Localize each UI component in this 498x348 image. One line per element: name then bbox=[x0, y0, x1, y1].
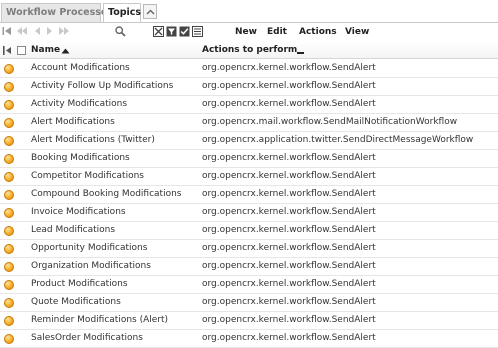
row-name[interactable]: Alert Modifications bbox=[31, 117, 115, 127]
row-action: org.opencrx.kernel.workflow.SendAlert bbox=[202, 81, 376, 91]
table-row[interactable]: Alert Modifications org.opencrx.mail.work… bbox=[0, 114, 498, 132]
row-name[interactable]: Activity Modifications bbox=[31, 99, 127, 109]
table-row[interactable]: Opportunity Modifications org.opencrx.ker… bbox=[0, 240, 498, 258]
row-name[interactable]: Organization Modifications bbox=[31, 261, 151, 271]
table-row[interactable]: SalesOrder Modifications org.opencrx.kern… bbox=[0, 330, 498, 348]
row-action: org.opencrx.kernel.workflow.SendAlert bbox=[202, 63, 376, 73]
row-name[interactable]: Booking Modifications bbox=[31, 153, 130, 163]
clear-filter-icon[interactable] bbox=[153, 26, 164, 40]
status-dot-icon bbox=[4, 226, 14, 236]
check-all-icon[interactable] bbox=[179, 26, 190, 40]
status-dot-icon bbox=[4, 118, 14, 128]
table-row[interactable]: Lead Modifications org.opencrx.kernel.wor… bbox=[0, 222, 498, 240]
status-dot-icon bbox=[4, 136, 14, 146]
tab-divider bbox=[0, 22, 498, 23]
row-action: org.opencrx.kernel.workflow.SendAlert bbox=[202, 207, 376, 217]
row-action: org.opencrx.kernel.workflow.SendAlert bbox=[202, 225, 376, 235]
row-name[interactable]: Reminder Modifications (Alert) bbox=[31, 315, 168, 325]
column-resize-icon[interactable] bbox=[3, 46, 13, 58]
search-icon[interactable] bbox=[115, 26, 126, 40]
select-all-checkbox[interactable] bbox=[17, 46, 26, 58]
fast-forward-icon[interactable] bbox=[58, 26, 70, 39]
row-name[interactable]: Invoice Modifications bbox=[31, 207, 126, 217]
table-row[interactable]: Quote Modifications org.opencrx.kernel.wo… bbox=[0, 294, 498, 312]
row-action: org.opencrx.kernel.workflow.SendAlert bbox=[202, 153, 376, 163]
row-name[interactable]: Opportunity Modifications bbox=[31, 243, 147, 253]
table-row[interactable]: Compound Booking Modifications org.opencr… bbox=[0, 186, 498, 204]
status-dot-icon bbox=[4, 244, 14, 254]
row-name[interactable]: Activity Follow Up Modifications bbox=[31, 81, 173, 91]
status-dot-icon bbox=[4, 334, 14, 344]
status-dot-icon bbox=[4, 100, 14, 110]
menu-edit[interactable]: Edit bbox=[267, 27, 287, 37]
tab-workflow-processes[interactable]: Workflow Processes bbox=[1, 3, 113, 22]
table-row[interactable]: Competitor Modifications org.opencrx.kern… bbox=[0, 168, 498, 186]
next-page-icon[interactable] bbox=[46, 26, 53, 39]
row-name[interactable]: Competitor Modifications bbox=[31, 171, 144, 181]
table-row[interactable]: Invoice Modifications org.opencrx.kernel.… bbox=[0, 204, 498, 222]
status-dot-icon bbox=[4, 316, 14, 326]
row-name[interactable]: SalesOrder Modifications bbox=[31, 333, 143, 343]
table-row[interactable]: Booking Modifications org.opencrx.kernel.… bbox=[0, 150, 498, 168]
table-row[interactable]: Alert Modifications (Twitter) org.opencrx… bbox=[0, 132, 498, 150]
fast-back-icon[interactable] bbox=[16, 26, 28, 39]
filter-icon[interactable] bbox=[166, 26, 177, 40]
menu-actions[interactable]: Actions bbox=[299, 27, 337, 37]
menu-view[interactable]: View bbox=[345, 27, 369, 37]
row-name[interactable]: Quote Modifications bbox=[31, 297, 121, 307]
status-dot-icon bbox=[4, 64, 14, 74]
previous-page-icon[interactable] bbox=[34, 26, 41, 39]
row-name[interactable]: Compound Booking Modifications bbox=[31, 189, 181, 199]
menu-new[interactable]: New bbox=[235, 27, 257, 37]
table-row[interactable]: Organization Modifications org.opencrx.ke… bbox=[0, 258, 498, 276]
status-dot-icon bbox=[4, 154, 14, 164]
chevron-up-icon bbox=[146, 9, 155, 15]
status-dot-icon bbox=[4, 298, 14, 308]
row-name[interactable]: Account Modifications bbox=[31, 63, 130, 73]
table-header: Name Actions to perform bbox=[0, 42, 498, 59]
status-dot-icon bbox=[4, 280, 14, 290]
row-action: org.opencrx.application.twitter.SendDire… bbox=[202, 135, 474, 145]
row-action: org.opencrx.kernel.workflow.SendAlert bbox=[202, 171, 376, 181]
row-name[interactable]: Lead Modifications bbox=[31, 225, 115, 235]
status-dot-icon bbox=[4, 208, 14, 218]
sort-ascending-icon[interactable] bbox=[61, 47, 70, 57]
status-dot-icon bbox=[4, 190, 14, 200]
row-action: org.opencrx.kernel.workflow.SendAlert bbox=[202, 279, 376, 289]
status-dot-icon bbox=[4, 262, 14, 272]
toolbar: New Edit Actions View bbox=[0, 25, 498, 40]
row-action: org.opencrx.mail.workflow.SendMailNotifi… bbox=[202, 117, 458, 127]
table-row[interactable]: Reminder Modifications (Alert) org.opencr… bbox=[0, 312, 498, 330]
row-action: org.opencrx.kernel.workflow.SendAlert bbox=[202, 261, 376, 271]
status-dot-icon bbox=[4, 82, 14, 92]
row-name[interactable]: Alert Modifications (Twitter) bbox=[31, 135, 155, 145]
column-header-actions[interactable]: Actions to perform bbox=[202, 45, 297, 55]
row-action: org.opencrx.kernel.workflow.SendAlert bbox=[202, 297, 376, 307]
row-action: org.opencrx.kernel.workflow.SendAlert bbox=[202, 333, 376, 343]
row-action: org.opencrx.kernel.workflow.SendAlert bbox=[202, 99, 376, 109]
list-view-icon[interactable] bbox=[192, 26, 203, 40]
table-row[interactable]: Activity Follow Up Modifications org.open… bbox=[0, 78, 498, 96]
table-row[interactable]: Account Modifications org.opencrx.kernel.… bbox=[0, 60, 498, 78]
row-action: org.opencrx.kernel.workflow.SendAlert bbox=[202, 243, 376, 253]
first-page-icon[interactable] bbox=[2, 26, 12, 39]
tab-topics[interactable]: Topics bbox=[103, 3, 141, 23]
row-name[interactable]: Product Modifications bbox=[31, 279, 128, 289]
table-row[interactable]: Product Modifications org.opencrx.kernel.… bbox=[0, 276, 498, 294]
collapse-tabs-button[interactable] bbox=[143, 4, 157, 19]
status-dot-icon bbox=[4, 172, 14, 182]
row-action: org.opencrx.kernel.workflow.SendAlert bbox=[202, 189, 376, 199]
tab-bar: Workflow Processes Topics bbox=[0, 0, 498, 24]
table-row[interactable]: Activity Modifications org.opencrx.kernel… bbox=[0, 96, 498, 114]
row-action: org.opencrx.kernel.workflow.SendAlert bbox=[202, 315, 376, 325]
column-header-name[interactable]: Name bbox=[31, 45, 60, 55]
sort-none-icon[interactable] bbox=[297, 48, 304, 58]
